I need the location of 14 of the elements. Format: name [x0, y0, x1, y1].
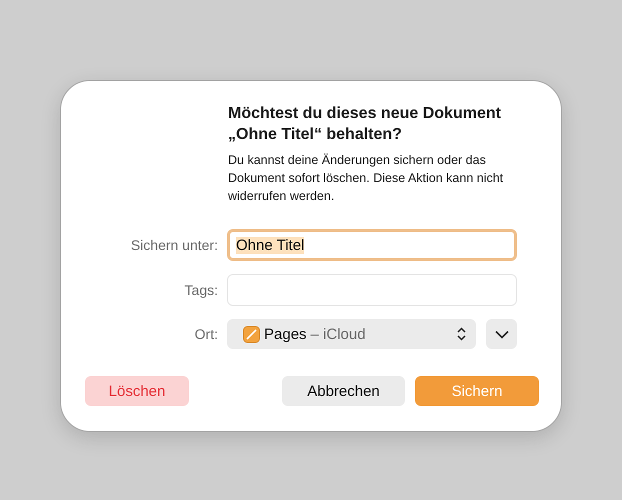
tags-field[interactable] — [227, 274, 517, 306]
field-label: Ort: — [194, 326, 218, 342]
cancel-button[interactable]: Abbrechen — [282, 376, 405, 406]
chevron-down-icon — [494, 330, 508, 338]
dialog-title: Möchtest du dieses neue Dokument „Ohne Titel“ behalten? — [228, 104, 502, 145]
field-label: Tags: — [184, 282, 218, 298]
field-label: Sichern unter: — [130, 237, 218, 253]
name-field[interactable]: Ohne Titel — [227, 229, 517, 261]
field-value: Ohne Titel — [236, 236, 304, 254]
updown-chevron-icon — [457, 327, 466, 341]
location-popup[interactable]: Pages – iCloud — [227, 319, 476, 349]
expand-button[interactable] — [486, 319, 517, 349]
dialog-message: Du kannst deine Änderungen sichern oder das Dokument sofort löschen. Diese Aktion kann nicht widerrufen werden. — [228, 152, 504, 205]
pages-app-icon — [243, 326, 260, 342]
